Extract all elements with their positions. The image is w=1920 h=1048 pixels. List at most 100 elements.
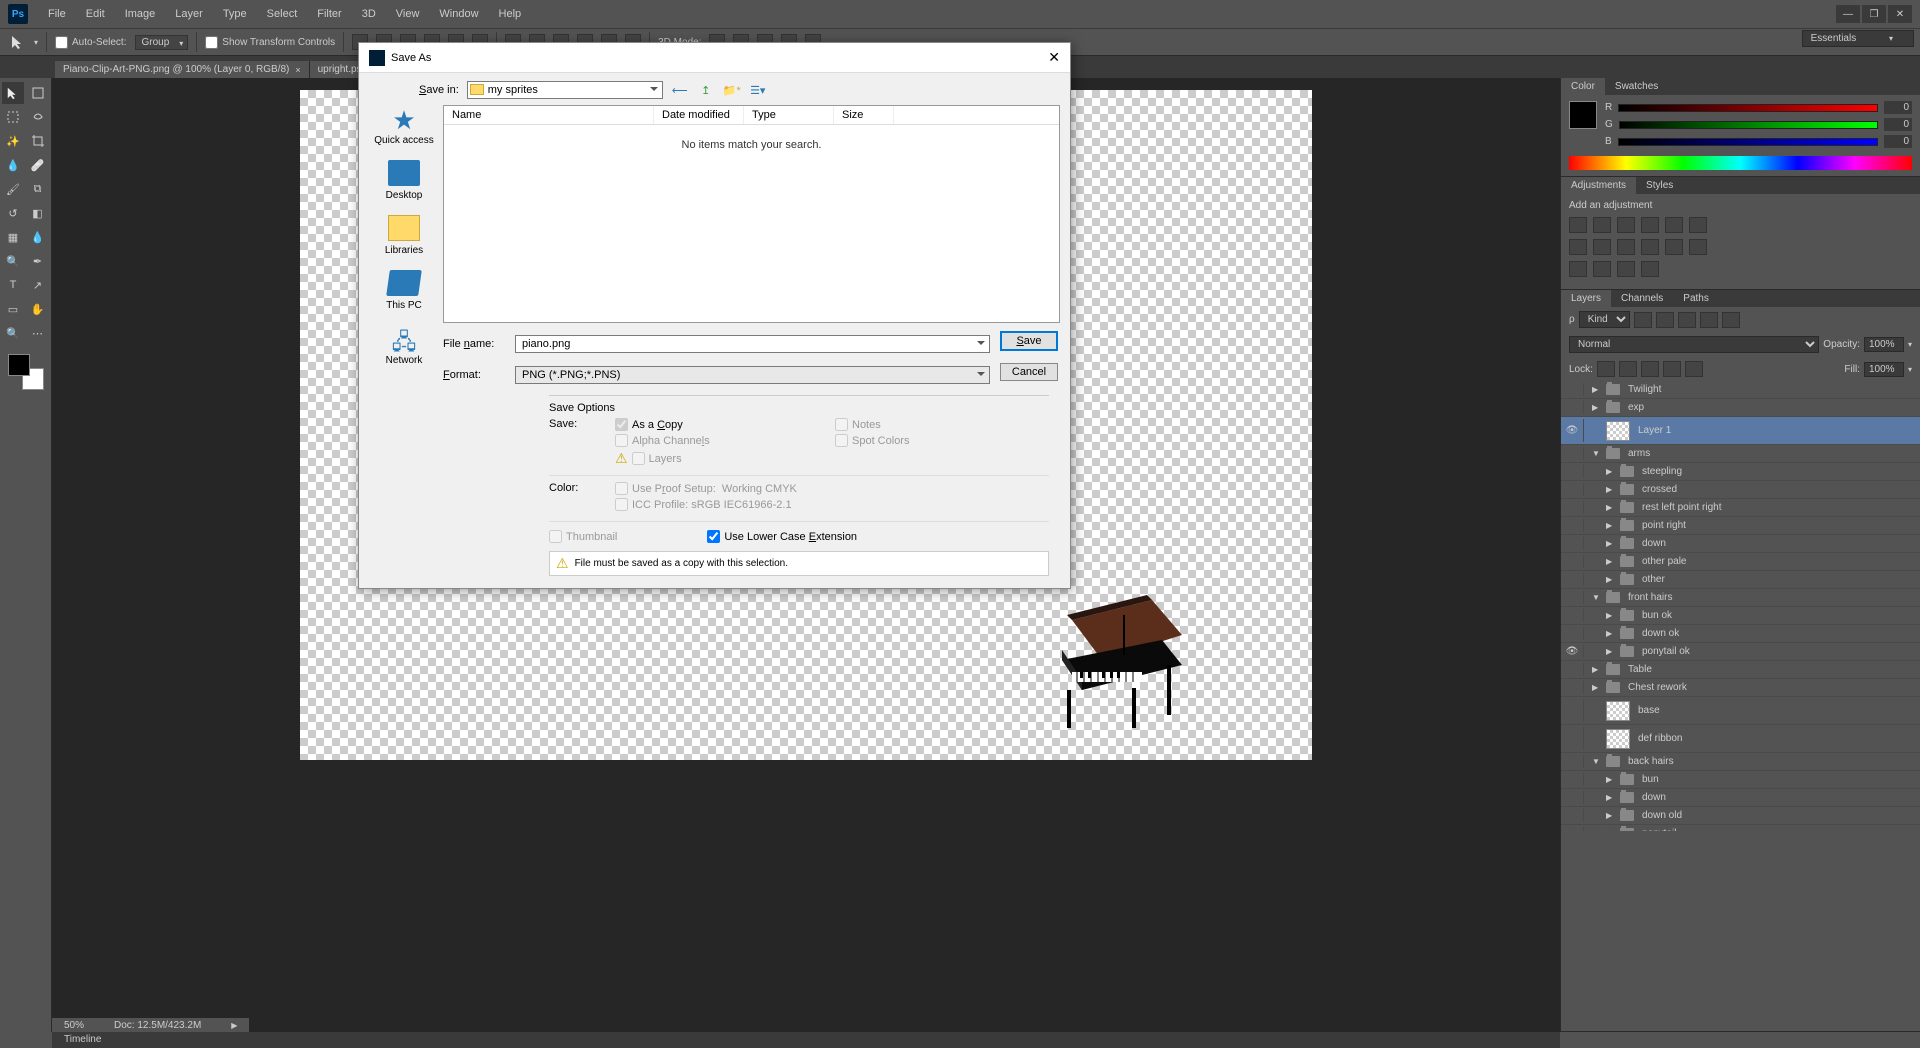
minimize-button[interactable]: —	[1836, 5, 1860, 23]
menu-layer[interactable]: Layer	[165, 4, 213, 24]
save-button[interactable]: Save	[1000, 331, 1058, 351]
format-dropdown[interactable]: PNG (*.PNG;*.PNS)	[515, 366, 990, 384]
show-transform-checkbox[interactable]: Show Transform Controls	[205, 36, 335, 49]
layer-row[interactable]: ▶other pale	[1561, 553, 1920, 571]
disclosure-icon[interactable]: ▶	[1606, 557, 1616, 566]
lock-icon[interactable]	[1663, 361, 1681, 377]
disclosure-icon[interactable]: ▶	[1606, 467, 1616, 476]
adjustment-icon[interactable]	[1593, 217, 1611, 233]
hand-tool[interactable]: ✋	[27, 298, 49, 320]
disclosure-icon[interactable]: ▶	[1606, 503, 1616, 512]
restore-button[interactable]: ❐	[1862, 5, 1886, 23]
auto-select-checkbox[interactable]: Auto-Select:	[55, 36, 126, 49]
filter-icon[interactable]	[1722, 312, 1740, 328]
menu-help[interactable]: Help	[489, 4, 532, 24]
place-libraries[interactable]: Libraries	[369, 215, 439, 256]
adjustment-icon[interactable]	[1665, 239, 1683, 255]
color-tab[interactable]: Color	[1561, 78, 1605, 95]
menu-view[interactable]: View	[386, 4, 430, 24]
filter-icon[interactable]	[1678, 312, 1696, 328]
heal-tool[interactable]: 🩹	[27, 154, 49, 176]
place-quick-access[interactable]: ★Quick access	[369, 105, 439, 146]
zoom-tool[interactable]: 🔍	[2, 322, 24, 344]
adjustment-icon[interactable]	[1617, 239, 1635, 255]
place-network[interactable]: 🖧Network	[369, 325, 439, 366]
adjustment-icon[interactable]	[1593, 239, 1611, 255]
fill-input[interactable]	[1864, 362, 1904, 377]
layers-tab[interactable]: Layers	[1561, 290, 1611, 307]
filter-icon[interactable]	[1700, 312, 1718, 328]
adjustment-icon[interactable]	[1665, 217, 1683, 233]
marquee-tool[interactable]	[2, 106, 24, 128]
adjustment-icon[interactable]	[1593, 261, 1611, 277]
layer-row[interactable]: ▶Table	[1561, 661, 1920, 679]
zoom-level[interactable]: 50%	[64, 1020, 84, 1031]
layer-row[interactable]: ▼front hairs	[1561, 589, 1920, 607]
disclosure-icon[interactable]: ▶	[1606, 521, 1616, 530]
filter-icon[interactable]	[1656, 312, 1674, 328]
menu-3d[interactable]: 3D	[352, 4, 386, 24]
layer-row[interactable]: ▶exp	[1561, 399, 1920, 417]
adjustment-icon[interactable]	[1617, 261, 1635, 277]
layer-row[interactable]: ▶point right	[1561, 517, 1920, 535]
layer-row[interactable]: ▼back hairs	[1561, 753, 1920, 771]
disclosure-icon[interactable]: ▶	[1592, 385, 1602, 394]
artboard-tool[interactable]	[27, 82, 49, 104]
disclosure-icon[interactable]: ▶	[1606, 539, 1616, 548]
disclosure-icon[interactable]: ▼	[1592, 593, 1602, 602]
close-window-button[interactable]: ✕	[1888, 5, 1912, 23]
filter-icon[interactable]	[1634, 312, 1652, 328]
layer-row[interactable]: ▼arms	[1561, 445, 1920, 463]
up-icon[interactable]: ↥	[697, 81, 715, 99]
shape-tool[interactable]: ▭	[2, 298, 24, 320]
disclosure-icon[interactable]: ▶	[1606, 811, 1616, 820]
lock-icon[interactable]	[1641, 361, 1659, 377]
dialog-close-button[interactable]: ✕	[1048, 49, 1060, 66]
disclosure-icon[interactable]: ▶	[1606, 647, 1616, 656]
file-list[interactable]: Name Date modified Type Size No items ma…	[443, 105, 1060, 323]
blend-mode[interactable]: Normal	[1569, 336, 1819, 353]
history-brush[interactable]: ↺	[2, 202, 24, 224]
lock-icon[interactable]	[1685, 361, 1703, 377]
g-value[interactable]: 0	[1884, 118, 1912, 131]
layer-row[interactable]: ▶bun ok	[1561, 607, 1920, 625]
move-tool[interactable]	[2, 82, 24, 104]
disclosure-icon[interactable]: ▼	[1592, 757, 1602, 766]
pen-tool[interactable]: ✒	[27, 250, 49, 272]
r-value[interactable]: 0	[1884, 101, 1912, 114]
paths-tab[interactable]: Paths	[1673, 290, 1719, 307]
disclosure-icon[interactable]: ▼	[1592, 449, 1602, 458]
blur-tool[interactable]: 💧	[27, 226, 49, 248]
menu-type[interactable]: Type	[213, 4, 257, 24]
layer-row[interactable]: ▶ponytail	[1561, 825, 1920, 831]
place-this-pc[interactable]: This PC	[369, 270, 439, 311]
b-value[interactable]: 0	[1884, 135, 1912, 148]
menu-file[interactable]: File	[38, 4, 76, 24]
savein-dropdown[interactable]: my sprites	[467, 81, 663, 99]
visibility-toggle[interactable]: 👁	[1565, 646, 1579, 657]
filename-input[interactable]: piano.png	[515, 335, 990, 353]
dodge-tool[interactable]: 🔍	[2, 250, 24, 272]
col-type[interactable]: Type	[744, 106, 834, 124]
menu-window[interactable]: Window	[429, 4, 488, 24]
styles-tab[interactable]: Styles	[1636, 177, 1683, 194]
place-desktop[interactable]: Desktop	[369, 160, 439, 201]
adjustment-icon[interactable]	[1641, 239, 1659, 255]
menu-select[interactable]: Select	[257, 4, 308, 24]
lock-icon[interactable]	[1597, 361, 1615, 377]
layer-row[interactable]: def ribbon	[1561, 725, 1920, 753]
layer-row[interactable]: ▶down	[1561, 789, 1920, 807]
layer-row[interactable]: ▶crossed	[1561, 481, 1920, 499]
layer-row[interactable]: ▶Chest rework	[1561, 679, 1920, 697]
filter-kind[interactable]: Kind	[1579, 311, 1630, 328]
menu-filter[interactable]: Filter	[307, 4, 351, 24]
lasso-tool[interactable]	[27, 106, 49, 128]
layer-row[interactable]: ▶Twilight	[1561, 381, 1920, 399]
layer-row[interactable]: 👁Layer 1	[1561, 417, 1920, 445]
menu-image[interactable]: Image	[115, 4, 166, 24]
disclosure-icon[interactable]: ▶	[1606, 611, 1616, 620]
document-tab[interactable]: Piano-Clip-Art-PNG.png @ 100% (Layer 0, …	[55, 61, 310, 78]
view-menu-icon[interactable]: ☰▾	[749, 81, 767, 99]
col-size[interactable]: Size	[834, 106, 894, 124]
spectrum-bar[interactable]	[1569, 156, 1912, 170]
